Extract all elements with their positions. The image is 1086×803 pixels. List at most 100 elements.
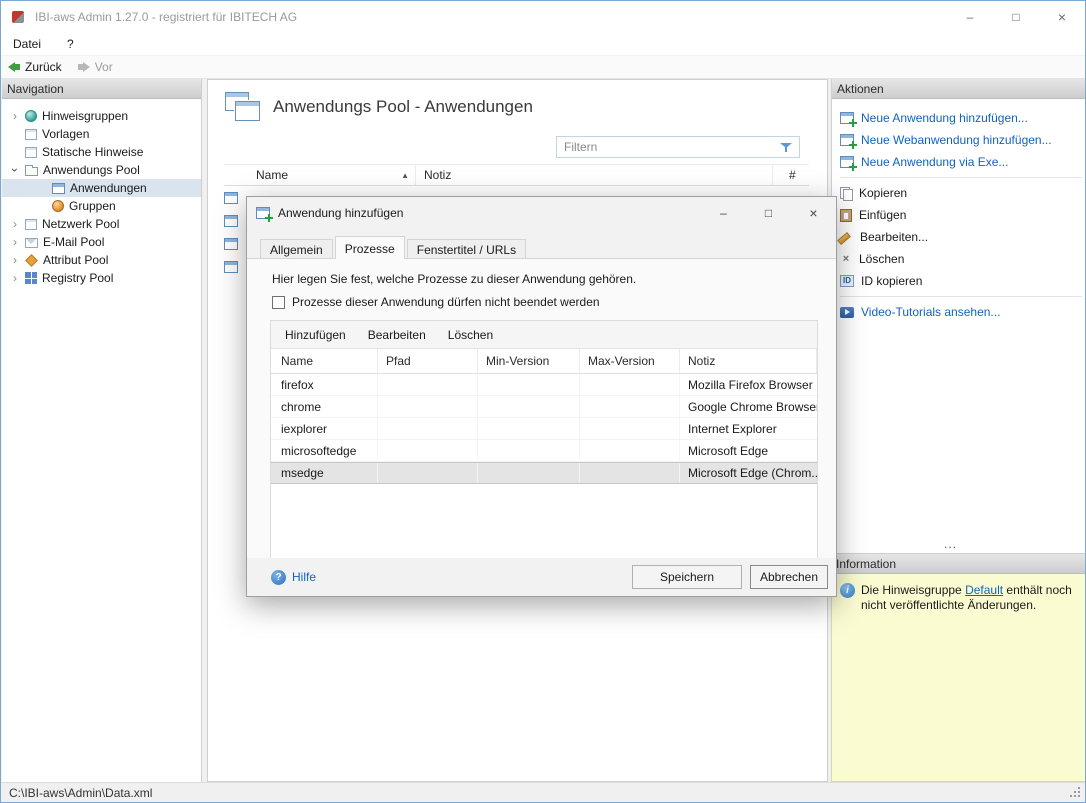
- delete-process-button[interactable]: Löschen: [438, 324, 503, 346]
- chevron-right-icon[interactable]: ›: [10, 219, 20, 229]
- application-row-icon[interactable]: [224, 192, 238, 204]
- actions-panel: Aktionen Neue Anwendung hinzufügen... Ne…: [831, 79, 1086, 554]
- action-video-tutorials[interactable]: Video-Tutorials ansehen...: [832, 301, 1085, 323]
- forward-button[interactable]: Vor: [78, 60, 113, 74]
- terminate-checkbox-row[interactable]: Prozesse dieser Anwendung dürfen nicht b…: [270, 295, 818, 309]
- dialog-maximize-button[interactable]: □: [746, 197, 791, 228]
- nav-item-anwendungen[interactable]: Anwendungen: [2, 179, 201, 197]
- actions-divider: [840, 177, 1082, 178]
- cancel-button[interactable]: Abbrechen: [750, 565, 828, 589]
- process-row-msedge[interactable]: msedge Microsoft Edge (Chrom...: [271, 462, 817, 484]
- anwendungen-icon: [52, 183, 65, 194]
- close-button[interactable]: ×: [1039, 1, 1085, 32]
- resize-grip-icon[interactable]: [1078, 795, 1080, 797]
- process-row-microsoftedge[interactable]: microsoftedge Microsoft Edge: [271, 440, 817, 462]
- action-label: Neue Anwendung hinzufügen...: [861, 111, 1028, 125]
- filter-funnel-icon[interactable]: [780, 142, 792, 153]
- nav-item-netzwerk-pool[interactable]: › Netzwerk Pool: [2, 215, 201, 233]
- minimize-button[interactable]: –: [947, 1, 993, 32]
- action-bearbeiten[interactable]: Bearbeiten...: [832, 226, 1085, 248]
- filter-box: [556, 136, 800, 158]
- action-new-web-application[interactable]: Neue Webanwendung hinzufügen...: [832, 129, 1085, 151]
- menu-datei[interactable]: Datei: [13, 37, 41, 51]
- process-column-min-version[interactable]: Min-Version: [478, 349, 580, 373]
- terminate-checkbox[interactable]: [272, 296, 285, 309]
- process-cell-notiz: Microsoft Edge: [680, 440, 817, 461]
- dialog-close-button[interactable]: ×: [791, 197, 836, 228]
- attribut-pool-icon: [25, 254, 38, 267]
- maximize-button[interactable]: □: [993, 1, 1039, 32]
- dialog-icon: [256, 207, 270, 219]
- chevron-right-icon[interactable]: ›: [10, 255, 20, 265]
- applications-row-icons: [224, 192, 238, 273]
- chevron-right-icon[interactable]: ›: [10, 111, 20, 121]
- help-link[interactable]: ? Hilfe: [271, 570, 316, 585]
- tab-fenstertitel-urls[interactable]: Fenstertitel / URLs: [407, 239, 526, 258]
- column-header-count[interactable]: #: [773, 165, 809, 185]
- default-group-link[interactable]: Default: [965, 583, 1003, 597]
- information-text-before: Die Hinweisgruppe: [861, 583, 965, 597]
- action-loeschen[interactable]: × Löschen: [832, 248, 1085, 270]
- dialog-title-bar[interactable]: Anwendung hinzufügen – □ ×: [247, 197, 836, 228]
- process-column-max-version[interactable]: Max-Version: [580, 349, 680, 373]
- column-header-name[interactable]: Name ▲: [256, 165, 416, 185]
- process-cell-pfad: [378, 374, 478, 395]
- process-toolbar: Hinzufügen Bearbeiten Löschen: [271, 321, 817, 349]
- application-row-icon[interactable]: [224, 261, 238, 273]
- copy-icon: [840, 187, 852, 200]
- dialog-description: Hier legen Sie fest, welche Prozesse zu …: [270, 272, 818, 286]
- process-row-iexplorer[interactable]: iexplorer Internet Explorer: [271, 418, 817, 440]
- process-cell-pfad: [378, 396, 478, 417]
- netzwerk-pool-icon: [25, 219, 37, 230]
- nav-item-attribut-pool[interactable]: › Attribut Pool: [2, 251, 201, 269]
- dialog-minimize-button[interactable]: –: [701, 197, 746, 228]
- nav-item-hinweisgruppen[interactable]: › Hinweisgruppen: [2, 107, 201, 125]
- process-cell-min: [478, 418, 580, 439]
- filter-input[interactable]: [564, 140, 780, 154]
- process-cell-pfad: [378, 463, 478, 483]
- back-button[interactable]: Zurück: [8, 60, 62, 74]
- information-header-label: Information: [836, 557, 896, 571]
- menu-help[interactable]: ?: [67, 37, 74, 51]
- title-bar[interactable]: IBI-aws Admin 1.27.0 - registriert für I…: [1, 1, 1085, 32]
- chevron-down-icon[interactable]: ›: [10, 165, 20, 175]
- save-button[interactable]: Speichern: [632, 565, 742, 589]
- nav-item-gruppen[interactable]: Gruppen: [2, 197, 201, 215]
- action-id-kopieren[interactable]: ID ID kopieren: [832, 270, 1085, 292]
- action-new-application[interactable]: Neue Anwendung hinzufügen...: [832, 107, 1085, 129]
- action-label: Kopieren: [859, 186, 907, 200]
- action-einfuegen[interactable]: Einfügen: [832, 204, 1085, 226]
- process-row-chrome[interactable]: chrome Google Chrome Browser: [271, 396, 817, 418]
- dialog-tabs: Allgemein Prozesse Fenstertitel / URLs: [247, 236, 836, 259]
- nav-item-email-pool[interactable]: › E-Mail Pool: [2, 233, 201, 251]
- nav-item-anwendungs-pool[interactable]: › Anwendungs Pool: [2, 161, 201, 179]
- nav-item-label: Statische Hinweise: [42, 145, 143, 159]
- process-cell-min: [478, 463, 580, 483]
- process-column-notiz[interactable]: Notiz: [680, 349, 817, 373]
- actions-overflow[interactable]: ...: [944, 537, 957, 551]
- chevron-right-icon[interactable]: ›: [10, 273, 20, 283]
- tab-allgemein[interactable]: Allgemein: [260, 239, 333, 258]
- nav-item-registry-pool[interactable]: › Registry Pool: [2, 269, 201, 287]
- action-label: Video-Tutorials ansehen...: [861, 305, 1000, 319]
- chevron-right-icon[interactable]: ›: [10, 237, 20, 247]
- application-row-icon[interactable]: [224, 238, 238, 250]
- application-row-icon[interactable]: [224, 215, 238, 227]
- edit-process-button[interactable]: Bearbeiten: [358, 324, 436, 346]
- navigation-tree: › Hinweisgruppen Vorlagen Statische Hinw…: [2, 99, 201, 287]
- add-process-button[interactable]: Hinzufügen: [275, 324, 356, 346]
- nav-item-statische-hinweise[interactable]: Statische Hinweise: [2, 143, 201, 161]
- action-kopieren[interactable]: Kopieren: [832, 182, 1085, 204]
- column-header-notiz[interactable]: Notiz: [416, 165, 773, 185]
- nav-item-vorlagen[interactable]: Vorlagen: [2, 125, 201, 143]
- process-cell-name: firefox: [271, 374, 378, 395]
- process-column-name[interactable]: Name: [271, 349, 378, 373]
- action-label: Einfügen: [859, 208, 906, 222]
- app-logo-icon: [10, 9, 26, 25]
- process-column-pfad[interactable]: Pfad: [378, 349, 478, 373]
- process-cell-min: [478, 396, 580, 417]
- action-new-application-via-exe[interactable]: Neue Anwendung via Exe...: [832, 151, 1085, 173]
- tab-prozesse[interactable]: Prozesse: [335, 236, 405, 259]
- nav-item-label: Anwendungs Pool: [43, 163, 140, 177]
- process-row-firefox[interactable]: firefox Mozilla Firefox Browser: [271, 374, 817, 396]
